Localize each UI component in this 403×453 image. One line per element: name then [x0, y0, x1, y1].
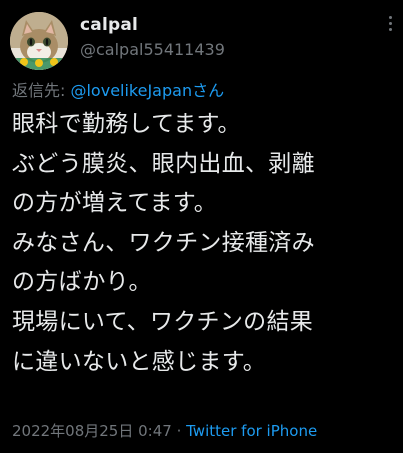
user-handle[interactable]: @calpal55411439: [80, 39, 225, 61]
tweet-line: ぶどう膜炎、眼内出血、剥離: [12, 150, 315, 177]
tweet-line: に違いないと感じます。: [12, 348, 266, 375]
tweet-card: calpal @calpal55411439 返信先: @lovelikeJap…: [0, 0, 403, 453]
user-info: calpal @calpal55411439: [80, 14, 225, 61]
tweet-line: の方ばかり。: [12, 269, 152, 296]
reply-prefix: 返信先:: [12, 81, 71, 100]
cat-avatar-icon: [10, 12, 68, 70]
source-link[interactable]: Twitter for iPhone: [186, 422, 317, 440]
tweet-line: みなさん、ワクチン接種済み: [12, 229, 315, 256]
tweet-line: 眼科で勤務してます。: [12, 111, 241, 137]
display-name[interactable]: calpal: [80, 14, 225, 36]
reply-to: 返信先: @lovelikeJapanさん: [12, 80, 224, 102]
tweet-text: 眼科で勤務してます。 ぶどう膜炎、眼内出血、剥離 の方が増えてます。 みなさん、…: [12, 105, 403, 382]
avatar[interactable]: [10, 12, 68, 70]
tweet-line: の方が増えてます。: [12, 190, 218, 217]
meta-separator: ·: [171, 422, 187, 440]
timestamp[interactable]: 2022年08月25日 0:47: [12, 422, 172, 440]
more-options-icon[interactable]: [385, 14, 395, 36]
reply-target-link[interactable]: @lovelikeJapanさん: [70, 81, 224, 100]
tweet-meta: 2022年08月25日 0:47 · Twitter for iPhone: [12, 421, 317, 441]
tweet-line: 現場にいて、ワクチンの結果: [12, 308, 314, 335]
